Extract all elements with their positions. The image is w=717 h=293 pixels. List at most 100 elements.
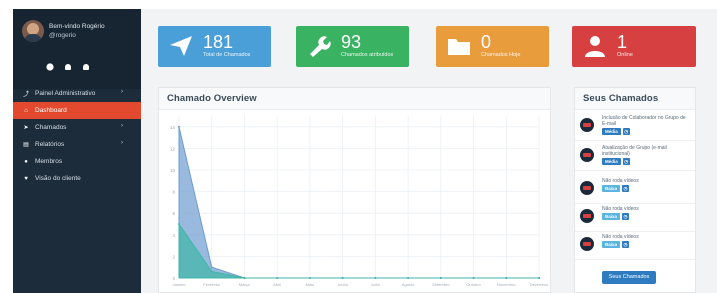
ticket-avatar: [580, 148, 594, 162]
sidebar-item-membros[interactable]: ● Membros: [13, 153, 141, 170]
gear-icon[interactable]: [47, 64, 53, 70]
stat-value: 0: [481, 32, 492, 52]
report-icon: ▤: [23, 142, 29, 148]
stat-value: 1: [617, 32, 628, 52]
x-tick-label: Março: [239, 282, 251, 287]
user-icon[interactable]: [83, 64, 89, 70]
stat-label: Online: [617, 52, 633, 58]
sidebar-item-label: Membros: [35, 158, 63, 165]
ticket-item[interactable]: Inclusão de Colaborador no Grupo de E-ma…: [575, 113, 695, 141]
stat-card-online[interactable]: 1 Online: [572, 26, 696, 67]
clock-icon[interactable]: ◷: [622, 213, 630, 220]
ticket-title[interactable]: Não roda vídeos: [602, 234, 690, 240]
clock-icon[interactable]: ◷: [622, 128, 630, 135]
profile-icons: [47, 64, 89, 70]
data-point: [243, 277, 246, 279]
welcome-text: Bem-vindo Rogério @rogerio: [49, 22, 105, 40]
y-tick-label: 8: [172, 190, 175, 195]
stat-label: Chamados atribuídos: [341, 52, 394, 58]
stat-value: 93: [341, 32, 362, 52]
stat-card-total-chamados[interactable]: 181 Total de Chamados: [158, 26, 271, 67]
data-point: [538, 277, 540, 279]
wrench-icon: ⤴: [22, 92, 29, 98]
ticket-badges: Baixa ◷: [602, 185, 630, 192]
x-tick-label: Fevereiro: [203, 282, 221, 287]
y-tick-label: 12: [170, 146, 176, 151]
data-point: [210, 270, 213, 273]
ticket-title[interactable]: Não roda vídeos: [602, 178, 690, 184]
sidebar-item-label: Chamados: [35, 124, 67, 131]
sidebar-item-visao-do-cliente[interactable]: ♥ Visão do cliente: [13, 170, 141, 187]
sidebar-menu: ⤴ Painel Administrativo › ⌂ Dashboard ➤ …: [13, 85, 141, 187]
ticket-title[interactable]: Inclusão de Colaborador no Grupo de E-ma…: [602, 115, 690, 127]
series-area: [178, 222, 539, 279]
sidebar-item-label: Visão do cliente: [35, 175, 81, 182]
y-tick-label: 10: [170, 168, 176, 173]
priority-badge: Média: [602, 128, 621, 135]
x-tick-label: Maio: [306, 282, 315, 287]
sidebar-item-chamados[interactable]: ➤ Chamados ›: [13, 119, 141, 136]
ticket-badges: Baixa ◷: [602, 213, 630, 220]
data-point: [178, 125, 180, 128]
ticket-avatar: [580, 181, 594, 195]
priority-badge: Baixa: [602, 213, 621, 220]
ticket-item[interactable]: Atualização de Grupo (e-mail institucion…: [575, 143, 695, 171]
main-content: 181 Total de Chamados 93 Chamados atribu…: [141, 9, 717, 293]
folder-icon: [448, 39, 470, 55]
y-tick-label: 4: [172, 233, 175, 238]
ticket-title[interactable]: Não roda vídeos: [602, 206, 690, 212]
x-tick-label: Julho: [371, 282, 381, 287]
stat-card-chamados-atribuidos[interactable]: 93 Chamados atribuídos: [296, 26, 409, 67]
sidebar-item-painel-administrativo[interactable]: ⤴ Painel Administrativo ›: [13, 85, 141, 102]
stat-value: 181: [203, 32, 234, 52]
x-tick-label: Abril: [273, 282, 281, 287]
home-icon: ⌂: [24, 107, 28, 114]
sidebar-item-label: Painel Administrativo: [35, 90, 96, 97]
avatar[interactable]: [22, 20, 44, 42]
series-area: [178, 126, 539, 279]
welcome-label: Bem-vindo Rogério: [49, 23, 105, 30]
data-point: [407, 277, 410, 279]
data-point: [439, 277, 442, 279]
ticket-item[interactable]: Não roda vídeos Baixa ◷: [575, 204, 695, 232]
ticket-avatar: [580, 209, 594, 223]
y-tick-label: 0: [172, 276, 175, 281]
data-point: [276, 277, 279, 279]
ticket-badges: Média ◷: [602, 128, 630, 135]
chevron-right-icon: ›: [121, 123, 123, 129]
clock-icon[interactable]: ◷: [622, 241, 630, 248]
data-point: [341, 277, 344, 279]
ticket-item[interactable]: Não roda vídeos Baixa ◷: [575, 176, 695, 204]
x-tick-label: Dezembro: [530, 282, 549, 287]
x-tick-label: Janeiro: [172, 282, 186, 287]
x-tick-label: Agosto: [402, 282, 415, 287]
ticket-title[interactable]: Atualização de Grupo (e-mail institucion…: [602, 145, 690, 157]
x-tick-label: Junho: [337, 282, 349, 287]
sidebar-item-relatorios[interactable]: ▤ Relatórios ›: [13, 136, 141, 153]
seus-chamados-button[interactable]: Seus Chamados: [602, 271, 656, 284]
panel-title: Seus Chamados: [583, 93, 659, 104]
ticket-item[interactable]: Não roda vídeos Baixa ◷: [575, 232, 695, 260]
ticket-avatar: [580, 118, 594, 132]
paper-plane-icon: [170, 36, 192, 56]
data-point: [505, 277, 508, 279]
sidebar-item-dashboard[interactable]: ⌂ Dashboard: [13, 102, 141, 119]
stat-label: Total de Chamados: [203, 52, 251, 58]
clock-icon[interactable]: ◷: [622, 158, 630, 165]
ticket-avatar: [580, 237, 594, 251]
ticket-badges: Média ◷: [602, 158, 630, 165]
priority-badge: Baixa: [602, 185, 621, 192]
user-icon: [585, 36, 605, 57]
y-tick-label: 6: [172, 211, 175, 216]
sidebar: Bem-vindo Rogério @rogerio ⤴ Painel Admi…: [13, 9, 141, 293]
user-icon: ●: [24, 158, 28, 165]
stat-card-chamados-hoje[interactable]: 0 Chamados Hoje: [436, 26, 549, 67]
chamado-overview-panel: Chamado Overview 0 2 4 6 8 10 12 14 Janeiro Fever…: [158, 87, 551, 293]
clock-icon[interactable]: ◷: [622, 185, 630, 192]
data-point: [374, 277, 377, 279]
seus-chamados-panel: Seus Chamados Inclusão de Colaborador no…: [574, 87, 696, 293]
profile-panel: Bem-vindo Rogério @rogerio: [13, 9, 141, 89]
chevron-right-icon: ›: [121, 140, 123, 146]
data-point: [178, 223, 180, 225]
bell-icon[interactable]: [65, 64, 71, 70]
